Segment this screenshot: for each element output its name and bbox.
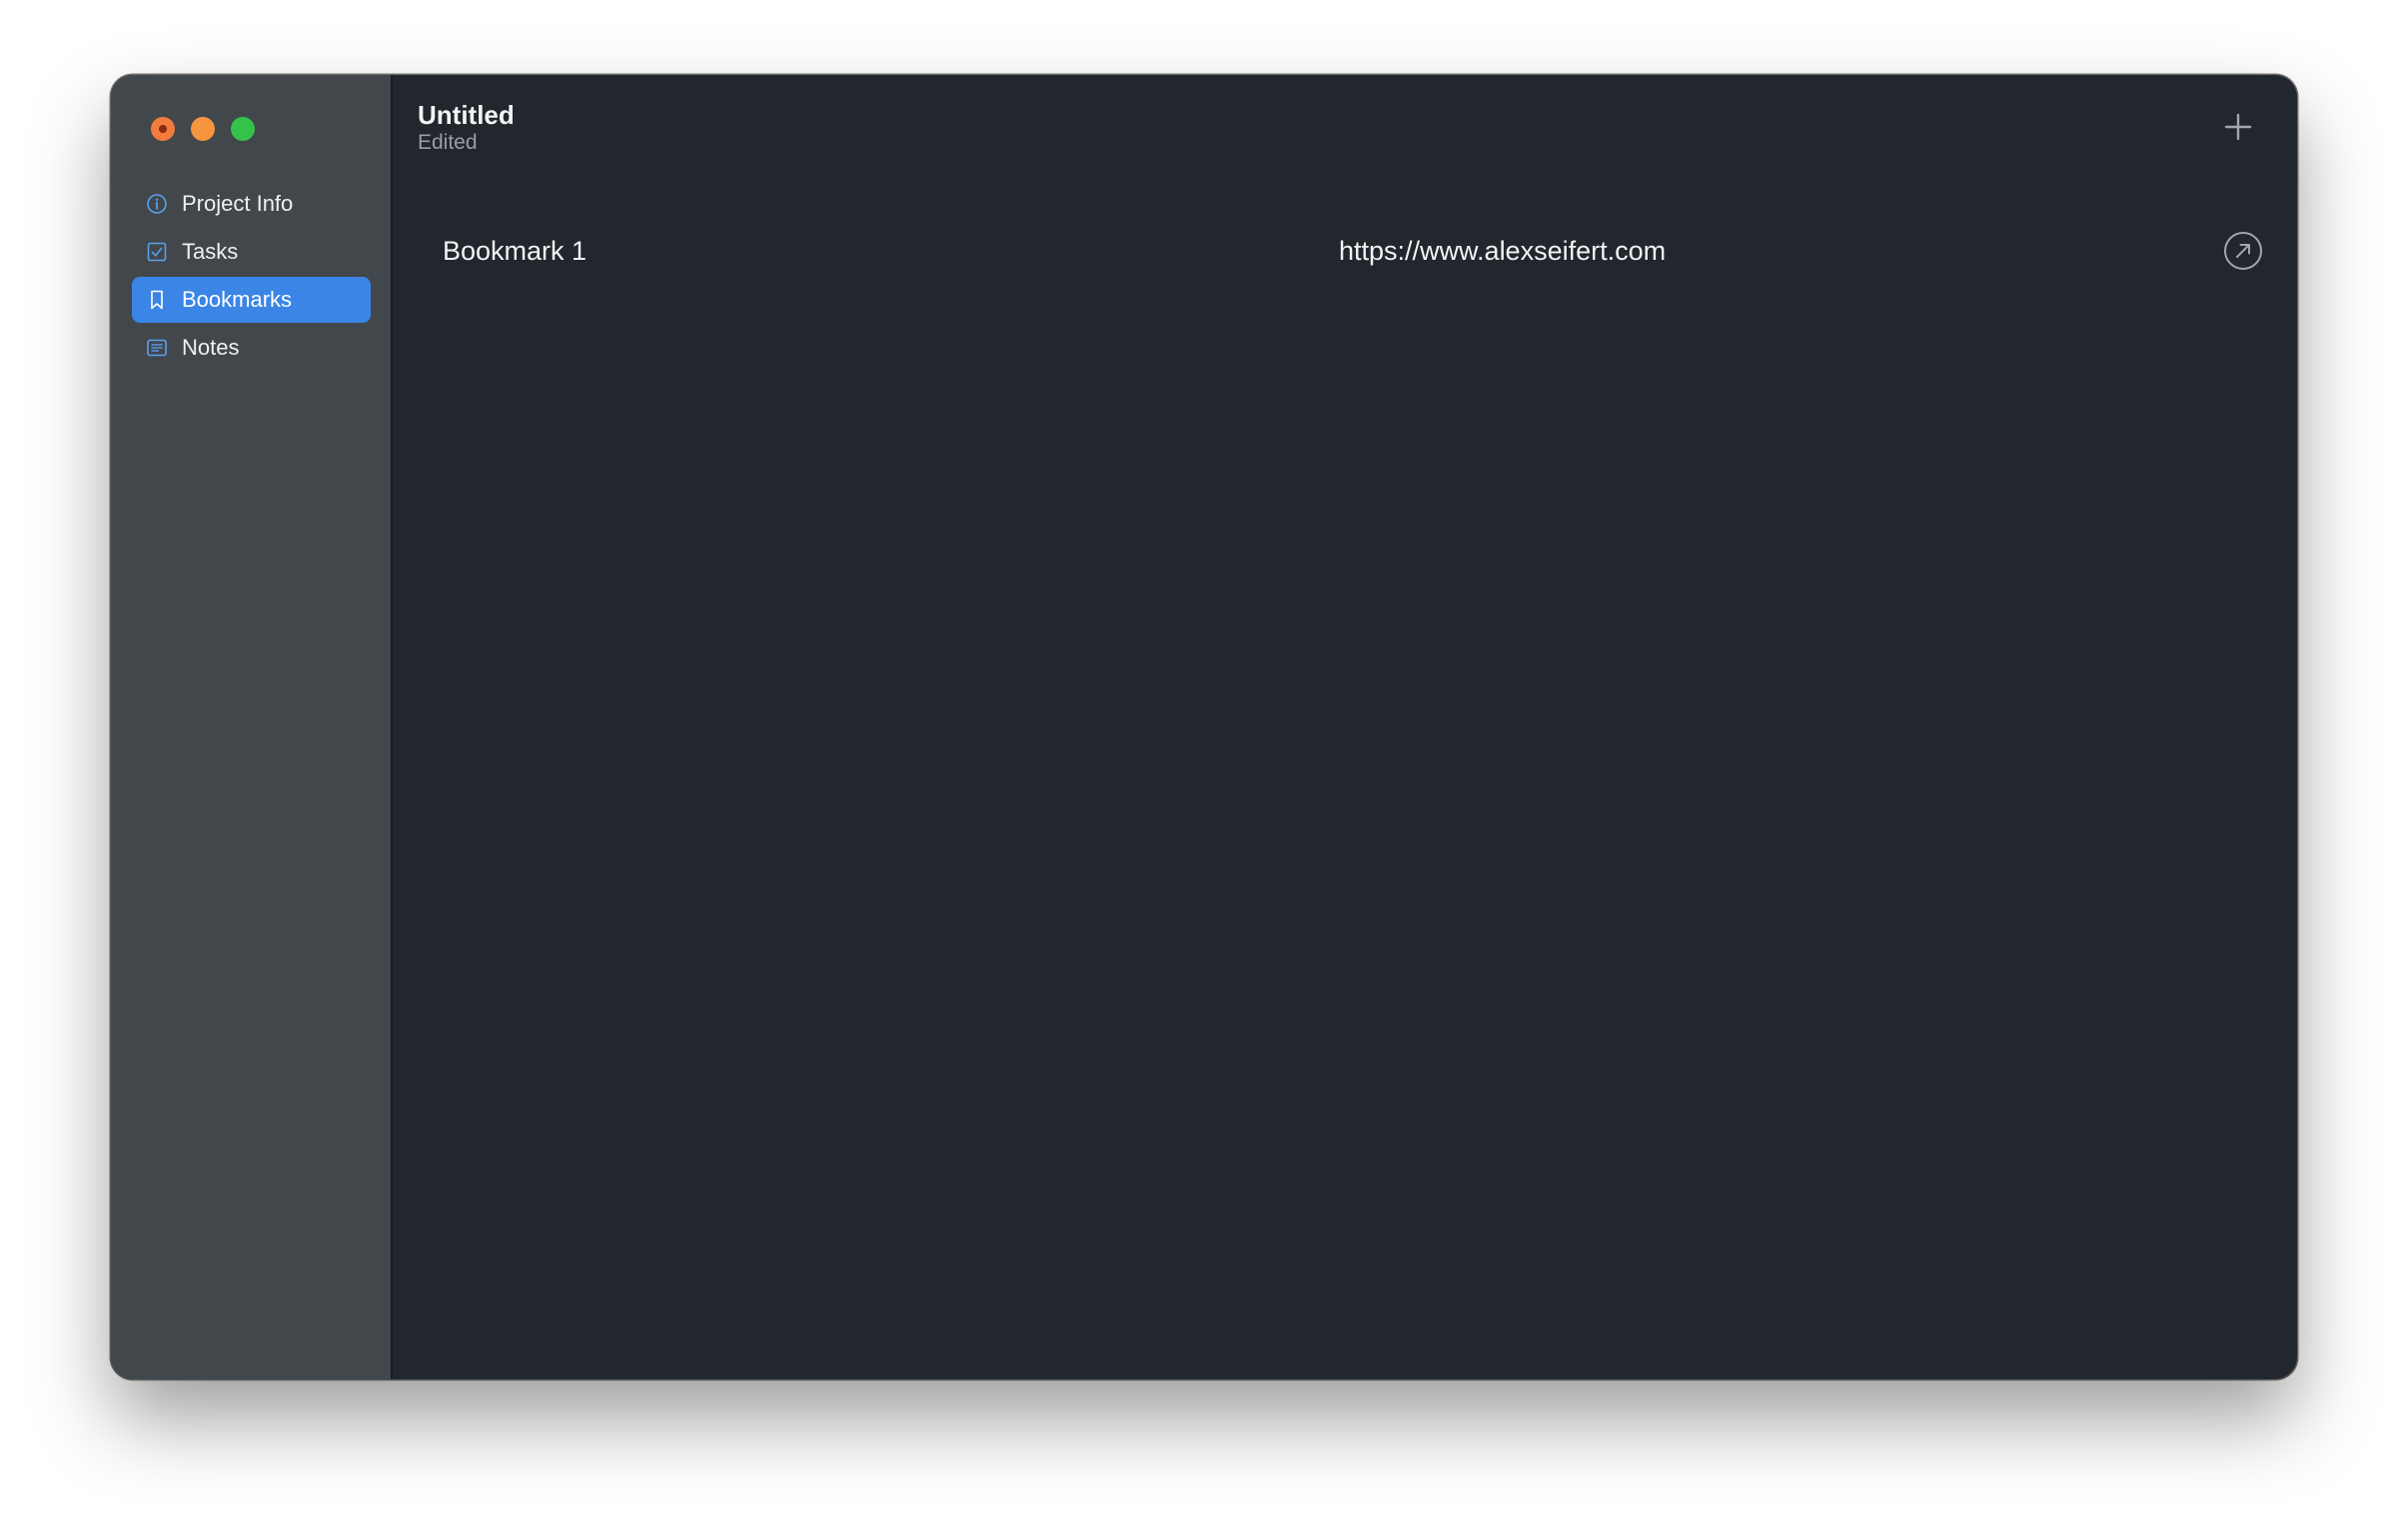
bookmark-url: https://www.alexseifert.com bbox=[1339, 235, 1667, 266]
sidebar-item-tasks[interactable]: Tasks bbox=[132, 229, 371, 275]
sidebar-item-notes[interactable]: Notes bbox=[132, 325, 371, 371]
plus-icon bbox=[2224, 113, 2252, 141]
sidebar-item-label: Notes bbox=[182, 335, 240, 360]
sidebar-item-label: Tasks bbox=[182, 239, 239, 264]
sidebar: Project Info Tasks Bookmarks Notes bbox=[111, 75, 393, 1379]
document-status: Edited bbox=[418, 131, 478, 154]
document-titlebar: Untitled Edited bbox=[418, 100, 515, 156]
sidebar-item-label: Bookmarks bbox=[182, 287, 293, 312]
bookmark-row[interactable]: Bookmark 1 https://www.alexseifert.com bbox=[443, 225, 2263, 277]
sidebar-item-bookmarks[interactable]: Bookmarks bbox=[132, 277, 371, 323]
open-bookmark-button[interactable] bbox=[2223, 231, 2263, 271]
close-window-button[interactable] bbox=[151, 117, 175, 141]
sidebar-nav: Project Info Tasks Bookmarks Notes bbox=[132, 181, 371, 373]
minimize-window-button[interactable] bbox=[191, 117, 215, 141]
document-title: Untitled bbox=[418, 100, 515, 130]
bookmark-name: Bookmark 1 bbox=[443, 235, 588, 266]
notes-icon bbox=[146, 337, 168, 359]
sidebar-item-label: Project Info bbox=[182, 191, 294, 216]
info-circle-icon bbox=[146, 193, 168, 215]
app-window: Project Info Tasks Bookmarks Notes Untit… bbox=[111, 75, 2297, 1379]
zoom-window-button[interactable] bbox=[231, 117, 255, 141]
arrow-up-right-circle-icon bbox=[2224, 232, 2262, 270]
sidebar-item-project-info[interactable]: Project Info bbox=[132, 181, 371, 227]
window-controls bbox=[151, 117, 255, 141]
add-bookmark-button[interactable] bbox=[2221, 110, 2255, 144]
bookmark-icon bbox=[146, 289, 168, 311]
checkbox-icon bbox=[146, 241, 168, 263]
main-content: Untitled Edited Bookmark 1 https://www.a… bbox=[393, 75, 2297, 1379]
